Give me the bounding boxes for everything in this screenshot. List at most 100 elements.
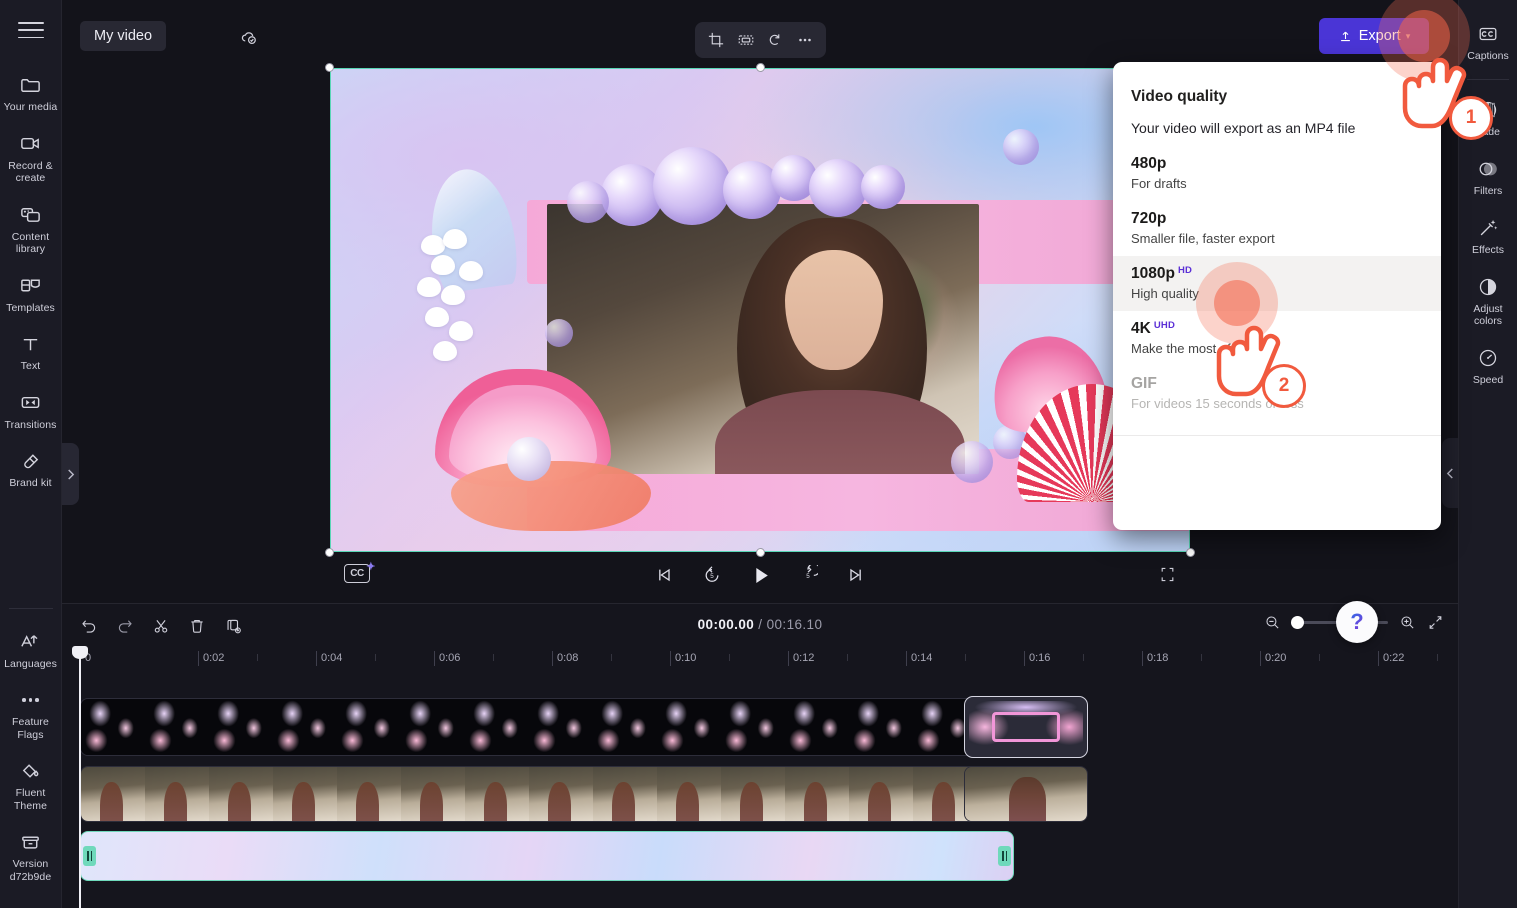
clip-trim-handle-right[interactable] bbox=[998, 846, 1011, 866]
playhead-handle[interactable] bbox=[72, 646, 88, 659]
translate-icon bbox=[19, 630, 43, 654]
zoom-in-icon[interactable] bbox=[1399, 614, 1416, 631]
timeline-clip-background[interactable] bbox=[80, 831, 1014, 881]
transitions-icon bbox=[19, 391, 43, 415]
sidebar-item-label: Captions bbox=[1467, 50, 1509, 62]
sidebar-item-brand-kit[interactable]: Brand kit bbox=[0, 442, 62, 495]
resize-handle-top-left[interactable] bbox=[325, 63, 334, 72]
contrast-icon bbox=[1476, 275, 1500, 299]
video-camera-icon bbox=[19, 132, 43, 156]
sidebar-item-transitions[interactable]: Transitions bbox=[0, 384, 62, 437]
forward-5-button[interactable]: 5 bbox=[795, 562, 821, 588]
quality-option-desc: For drafts bbox=[1131, 176, 1187, 191]
resize-handle-bottom-right[interactable] bbox=[1186, 548, 1195, 557]
timeline-ruler[interactable]: 0 0:02 0:04 0:06 0:08 0:10 0:12 0:14 0:1… bbox=[62, 646, 1458, 668]
fullscreen-button[interactable] bbox=[1159, 566, 1176, 588]
sidebar-item-label: Text bbox=[20, 360, 41, 372]
ruler-label: 0:06 bbox=[439, 652, 461, 664]
help-button[interactable]: ? bbox=[1336, 601, 1378, 643]
fullscreen-icon bbox=[1161, 567, 1174, 582]
sidebar-item-languages[interactable]: Languages bbox=[0, 623, 62, 676]
zoom-slider-knob[interactable] bbox=[1291, 616, 1304, 630]
quality-option-name: 720p bbox=[1131, 210, 1167, 227]
quality-option-desc: High quality bbox=[1131, 286, 1199, 301]
question-mark-icon: ? bbox=[1350, 609, 1364, 634]
archive-icon bbox=[19, 830, 43, 854]
sidebar-item-feature-flags[interactable]: Feature Flags bbox=[0, 681, 62, 746]
sidebar-item-label: Templates bbox=[6, 301, 55, 314]
video-filmstrip bbox=[81, 767, 1019, 821]
video-preview-canvas[interactable] bbox=[330, 68, 1190, 552]
sidebar-item-content-library[interactable]: Content library bbox=[0, 196, 62, 261]
ruler-label: 0:02 bbox=[203, 652, 225, 664]
resize-handle-top-center[interactable] bbox=[755, 63, 765, 72]
quality-option-1080p[interactable]: 1080p HD High quality bbox=[1113, 256, 1441, 311]
sidebar-item-label: Version d72b9de bbox=[9, 858, 52, 883]
sidebar-item-label: Content library bbox=[11, 230, 50, 256]
quality-option-720p[interactable]: 720p Smaller file, faster export bbox=[1113, 201, 1441, 256]
quality-option-name: 1080p bbox=[1131, 265, 1175, 282]
decorative-bubble bbox=[1003, 129, 1039, 165]
timeline-toolbar: 00:00.00 / 00:16.10 bbox=[62, 604, 1458, 646]
timeline-clip-video-tail[interactable] bbox=[964, 766, 1088, 822]
chevron-left-icon bbox=[1446, 467, 1453, 479]
decorative-pearl bbox=[507, 437, 551, 481]
resize-handle-bottom-left[interactable] bbox=[325, 548, 334, 557]
fit-timeline-icon[interactable] bbox=[1427, 614, 1444, 631]
ruler-label: 0:08 bbox=[557, 652, 579, 664]
sidebar-item-effects[interactable]: Effects bbox=[1459, 208, 1517, 262]
sidebar-item-speed[interactable]: Speed bbox=[1459, 338, 1517, 392]
sidebar-item-templates[interactable]: Templates bbox=[0, 267, 62, 320]
rewind-5-icon: 5 bbox=[705, 566, 719, 582]
sidebar-item-label: Feature Flags bbox=[12, 716, 49, 741]
fit-to-frame-icon[interactable] bbox=[733, 27, 759, 53]
quality-option-4k[interactable]: 4K UHD Make the most of bbox=[1113, 311, 1441, 366]
skip-to-start-button[interactable] bbox=[651, 562, 677, 588]
quality-option-480p[interactable]: 480p For drafts bbox=[1113, 146, 1441, 201]
video-canvas-wrapper[interactable] bbox=[325, 63, 1195, 557]
sidebar-expand-button[interactable] bbox=[62, 443, 79, 505]
player-controls: CC ✦ 5 5 bbox=[330, 558, 1190, 600]
quality-option-name: 4K bbox=[1131, 320, 1151, 337]
zoom-out-icon[interactable] bbox=[1264, 614, 1281, 631]
cloud-check-icon[interactable] bbox=[238, 28, 260, 48]
sidebar-divider bbox=[8, 607, 53, 609]
sidebar-item-your-media[interactable]: Your media bbox=[0, 66, 62, 119]
content-library-icon bbox=[19, 203, 43, 227]
inner-video-clip bbox=[547, 204, 979, 474]
ruler-label: 0:20 bbox=[1265, 652, 1287, 664]
sidebar-item-record-create[interactable]: Record & create bbox=[0, 125, 62, 190]
project-name-field[interactable]: My video bbox=[80, 21, 167, 51]
quality-option-badge: HD bbox=[1177, 265, 1193, 276]
more-options-icon[interactable] bbox=[792, 27, 818, 53]
video-thumbnail-subject bbox=[1008, 776, 1046, 821]
current-time: 00:00.00 bbox=[697, 617, 755, 632]
decorative-bubble bbox=[653, 147, 731, 225]
sidebar-item-version[interactable]: Version d72b9de bbox=[0, 823, 62, 888]
time-separator: / bbox=[758, 617, 763, 632]
crop-icon[interactable] bbox=[703, 27, 729, 53]
decorative-bubble bbox=[545, 319, 573, 347]
right-panel-collapse-button[interactable] bbox=[1442, 438, 1458, 508]
sidebar-item-label: Record & create bbox=[8, 159, 53, 185]
rotate-icon[interactable] bbox=[762, 27, 788, 53]
sidebar-item-adjust-colors[interactable]: Adjust colors bbox=[1459, 267, 1517, 333]
playhead[interactable] bbox=[72, 646, 88, 908]
timeline-clip-selected[interactable] bbox=[964, 696, 1088, 758]
sidebar-item-filters[interactable]: Filters bbox=[1459, 149, 1517, 203]
resize-handle-bottom-center[interactable] bbox=[755, 548, 765, 557]
timeline-clip-overlay[interactable] bbox=[80, 698, 1020, 756]
rewind-5-button[interactable]: 5 bbox=[699, 562, 725, 588]
skip-previous-icon bbox=[659, 568, 670, 582]
quality-option-desc: Smaller file, faster export bbox=[1131, 231, 1275, 246]
export-button[interactable]: Export ▾ bbox=[1319, 18, 1429, 54]
clip-trim-handle-left[interactable] bbox=[83, 846, 96, 866]
timeline-clip-video[interactable] bbox=[80, 766, 1020, 822]
sidebar-item-captions[interactable]: Captions bbox=[1459, 14, 1517, 68]
ruler-label: 0:16 bbox=[1029, 652, 1051, 664]
sidebar-item-text[interactable]: Text bbox=[0, 325, 62, 378]
hamburger-menu-icon[interactable] bbox=[17, 22, 44, 38]
sidebar-item-fluent-theme[interactable]: Fluent Theme bbox=[0, 752, 62, 817]
skip-to-end-button[interactable] bbox=[843, 562, 869, 588]
play-button[interactable] bbox=[747, 562, 773, 588]
